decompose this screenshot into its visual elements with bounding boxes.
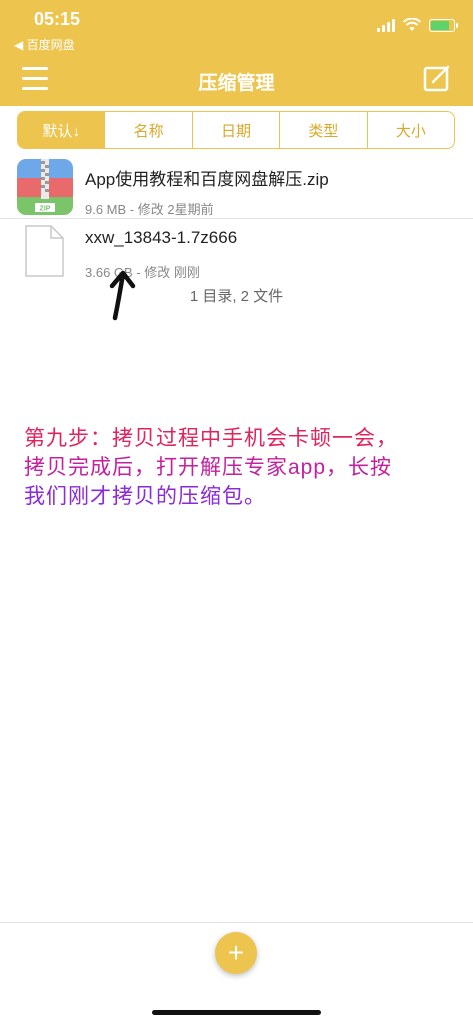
file-name: App使用教程和百度网盘解压.zip	[85, 170, 329, 189]
plus-icon: +	[227, 937, 245, 968]
battery-icon	[429, 18, 458, 32]
sort-tab-default[interactable]: 默认↓	[18, 112, 106, 148]
bottom-divider	[0, 922, 473, 923]
sort-tab-date[interactable]: 日期	[193, 112, 281, 148]
page-title: 压缩管理	[198, 73, 275, 94]
cellular-signal-icon	[377, 18, 395, 32]
file-row-7z666[interactable]: xxw_13843-1.7z666 3.66 GB - 修改 刚刚	[0, 219, 473, 281]
handwritten-arrow-annotation	[109, 270, 136, 321]
edit-icon[interactable]	[423, 64, 451, 92]
top-header: 05:15 ◀ 百度网盘 压缩管理	[0, 0, 473, 106]
sort-tab-name[interactable]: 名称	[105, 112, 193, 148]
svg-text:ZIP: ZIP	[40, 206, 51, 213]
sort-tabs: 默认↓ 名称 日期 类型 大小	[17, 111, 455, 149]
zip-archive-icon: ZIP	[17, 159, 73, 215]
sort-tab-size[interactable]: 大小	[368, 112, 454, 148]
status-icons	[377, 18, 458, 32]
status-time: 05:15	[34, 9, 81, 29]
blank-file-icon	[25, 225, 64, 277]
sort-tab-type[interactable]: 类型	[280, 112, 368, 148]
home-indicator[interactable]	[152, 1010, 321, 1015]
file-meta: 9.6 MB - 修改 2星期前	[85, 202, 214, 217]
file-row-zip[interactable]: ZIP App使用教程和百度网盘解压.zip 9.6 MB - 修改 2星期前	[0, 156, 473, 219]
folder-summary: 1 目录, 2 文件	[189, 288, 284, 305]
back-to-app-link[interactable]: ◀ 百度网盘	[14, 36, 75, 53]
instruction-line-1: 第九步：拷贝过程中手机会卡顿一会，	[24, 427, 398, 450]
instruction-annotation: 第九步：拷贝过程中手机会卡顿一会， 拷贝完成后，打开解压专家app，长按 我们刚…	[24, 424, 464, 511]
add-button[interactable]: +	[215, 932, 257, 974]
instruction-line-3: 我们刚才拷贝的压缩包。	[24, 485, 266, 508]
file-name: xxw_13843-1.7z666	[85, 228, 238, 247]
wifi-icon	[403, 18, 421, 31]
instruction-line-2: 拷贝完成后，打开解压专家app，长按	[24, 456, 393, 479]
